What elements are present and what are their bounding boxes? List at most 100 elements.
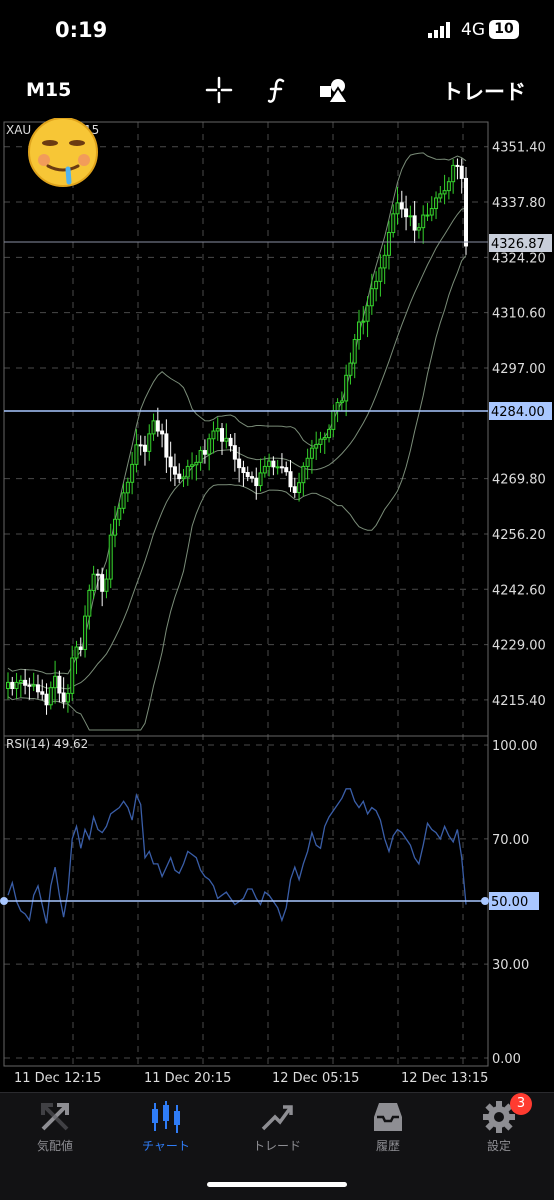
bear-candle [271,460,276,468]
bull-candle [87,589,92,617]
settings-badge: 3 [510,1093,532,1115]
tab-trade-label: トレード [252,1139,301,1153]
bull-candle [314,443,319,449]
history-icon [374,1103,402,1131]
objects-icon[interactable] [318,76,352,106]
tab-settings-label: 設定 [486,1139,511,1153]
bull-candle [121,492,126,509]
bull-candle [386,232,391,256]
bear-candle [412,215,417,231]
bull-candle [207,438,212,455]
rsi-level-handle-left[interactable] [0,897,8,905]
price-tick-label: 4351.40 [492,141,546,156]
status-bar: 0:19 4G 10 [0,0,554,60]
function-icon[interactable] [264,76,292,104]
clock: 0:19 [55,18,108,42]
bull-candle [434,197,439,210]
bull-candle [14,681,19,690]
network-type: 4G [461,20,485,40]
tab-quotes-label: 気配値 [36,1139,73,1153]
rsi-tick-label: 0.00 [492,1052,521,1067]
bull-candle [365,305,370,322]
bull-candle [147,433,152,452]
symbol-label: XAU [6,123,31,137]
bull-candle [6,681,10,690]
bull-candle [438,193,443,199]
bull-candle [108,534,113,580]
bear-candle [35,684,40,693]
bull-candle [267,460,272,467]
price-chart[interactable]: XAU 15 4351.404337.804324.204310.604297.… [0,118,554,1090]
bull-candle [395,202,400,215]
tab-history[interactable]: 履歴 [333,1093,443,1163]
bear-candle [160,430,165,435]
tab-trade[interactable]: トレード [222,1093,332,1163]
bull-candle [301,465,306,484]
bull-candle [65,692,70,703]
rsi-level-value: 50.00 [491,895,528,910]
trade-button[interactable]: トレード [442,76,526,106]
bull-candle [83,615,88,650]
bull-candle [442,190,447,195]
bull-candle [331,410,336,430]
bull-candle [378,267,383,282]
rsi-tick-label: 100.00 [492,739,538,754]
bull-candle [31,684,36,687]
bull-candle [117,507,122,520]
bull-candle [113,518,118,536]
bull-candle [408,215,413,218]
bull-candle [327,428,332,439]
price-tick-label: 4297.00 [492,362,546,377]
bear-candle [172,466,177,475]
bull-candle [421,214,426,229]
bear-candle [57,675,62,694]
bear-candle [279,466,284,469]
tab-settings[interactable]: 設定 [444,1093,554,1163]
tab-quotes[interactable]: 気配値 [0,1093,110,1163]
current-price-value: 4326.87 [491,237,545,252]
home-indicator [207,1182,347,1187]
bear-candle [288,471,293,488]
bull-candle [309,447,314,459]
bear-candle [95,573,100,576]
bull-candle [339,400,344,404]
bear-candle [44,693,49,706]
crosshair-icon[interactable] [205,76,233,104]
timeframe-button[interactable]: M15 [26,79,71,101]
bear-candle [459,165,464,179]
upper-band-line [7,152,467,675]
bear-candle [455,164,460,167]
bull-candle [53,675,58,689]
bull-candle [91,573,96,591]
bear-candle [100,574,105,592]
bull-candle [382,254,387,269]
signal-icon [428,22,450,38]
price-tick-label: 4229.00 [492,639,546,654]
bull-candle [318,438,323,445]
bear-candle [155,420,160,432]
bear-candle [292,486,297,493]
bull-candle [215,428,220,432]
bull-candle [194,461,199,466]
bear-candle [284,467,289,473]
bull-candle [190,464,195,467]
chart-icon [152,1101,180,1133]
rsi-level-handle-right[interactable] [481,897,489,905]
drooling-face-emoji [28,118,98,187]
bull-candle [305,457,310,467]
bull-candle [130,463,135,483]
tab-chart-label: チャート [142,1139,190,1153]
bear-candle [464,177,468,247]
bear-candle [142,444,147,452]
bear-candle [164,433,169,458]
bull-candle [425,214,430,217]
price-tick-label: 4324.20 [492,251,546,266]
bear-candle [232,445,237,460]
tab-chart[interactable]: チャート [111,1093,221,1163]
price-tick-label: 4269.80 [492,473,546,488]
bull-candle [211,430,216,440]
rsi-label: RSI(14) 49.62 [6,737,88,751]
bear-candle [237,458,242,469]
bear-candle [177,473,182,480]
bear-candle [23,679,28,686]
